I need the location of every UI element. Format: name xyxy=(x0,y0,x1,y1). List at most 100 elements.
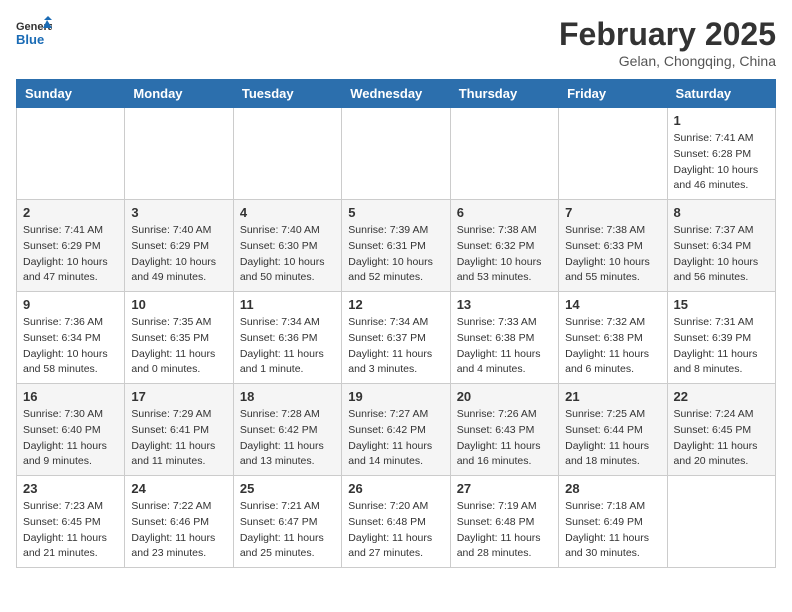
empty-cell xyxy=(17,108,125,200)
weekday-header-monday: Monday xyxy=(125,80,233,108)
page-header: General Blue February 2025 Gelan, Chongq… xyxy=(16,16,776,69)
day-info: Sunrise: 7:34 AMSunset: 6:37 PMDaylight:… xyxy=(348,315,443,378)
day-number: 8 xyxy=(674,205,769,220)
day-number: 10 xyxy=(131,297,226,312)
day-number: 2 xyxy=(23,205,118,220)
weekday-header-wednesday: Wednesday xyxy=(342,80,450,108)
empty-cell xyxy=(667,476,775,568)
day-cell-5: 5 Sunrise: 7:39 AMSunset: 6:31 PMDaylight… xyxy=(342,200,450,292)
weekday-header-friday: Friday xyxy=(559,80,667,108)
day-cell-22: 22Sunrise: 7:24 AMSunset: 6:45 PMDayligh… xyxy=(667,384,775,476)
day-info: Sunrise: 7:30 AMSunset: 6:40 PMDaylight:… xyxy=(23,407,118,470)
day-number: 1 xyxy=(674,113,769,128)
empty-cell xyxy=(450,108,558,200)
day-number: 15 xyxy=(674,297,769,312)
day-cell-14: 14 Sunrise: 7:32 AMSunset: 6:38 PMDayligh… xyxy=(559,292,667,384)
day-number: 11 xyxy=(240,297,335,312)
week-row-5: 23 Sunrise: 7:23 AMSunset: 6:45 PMDayligh… xyxy=(17,476,776,568)
svg-text:Blue: Blue xyxy=(16,32,44,47)
day-info: Sunrise: 7:32 AMSunset: 6:38 PMDaylight:… xyxy=(565,315,660,378)
day-cell-13: 13 Sunrise: 7:33 AMSunset: 6:38 PMDayligh… xyxy=(450,292,558,384)
day-info: Sunrise: 7:41 AMSunset: 6:29 PMDaylight:… xyxy=(23,223,118,286)
day-cell-18: 18 Sunrise: 7:28 AMSunset: 6:42 PMDayligh… xyxy=(233,384,341,476)
day-number: 14 xyxy=(565,297,660,312)
day-number: 18 xyxy=(240,389,335,404)
week-row-1: 1 Sunrise: 7:41 AMSunset: 6:28 PMDaylight… xyxy=(17,108,776,200)
day-cell-15: 15 Sunrise: 7:31 AMSunset: 6:39 PMDayligh… xyxy=(667,292,775,384)
day-info: Sunrise: 7:33 AMSunset: 6:38 PMDaylight:… xyxy=(457,315,552,378)
day-info: Sunrise: 7:40 AMSunset: 6:29 PMDaylight:… xyxy=(131,223,226,286)
day-info: Sunrise: 7:34 AMSunset: 6:36 PMDaylight:… xyxy=(240,315,335,378)
week-row-3: 9 Sunrise: 7:36 AMSunset: 6:34 PMDaylight… xyxy=(17,292,776,384)
day-info: Sunrise: 7:37 AMSunset: 6:34 PMDaylight:… xyxy=(674,223,769,286)
day-cell-9: 9 Sunrise: 7:36 AMSunset: 6:34 PMDaylight… xyxy=(17,292,125,384)
day-info: Sunrise: 7:28 AMSunset: 6:42 PMDaylight:… xyxy=(240,407,335,470)
day-info: Sunrise: 7:40 AMSunset: 6:30 PMDaylight:… xyxy=(240,223,335,286)
day-number: 24 xyxy=(131,481,226,496)
empty-cell xyxy=(559,108,667,200)
day-number: 3 xyxy=(131,205,226,220)
day-cell-4: 4Sunrise: 7:40 AMSunset: 6:30 PMDaylight… xyxy=(233,200,341,292)
day-info: Sunrise: 7:22 AMSunset: 6:46 PMDaylight:… xyxy=(131,499,226,562)
empty-cell xyxy=(342,108,450,200)
weekday-header-saturday: Saturday xyxy=(667,80,775,108)
location: Gelan, Chongqing, China xyxy=(559,53,776,69)
day-info: Sunrise: 7:27 AMSunset: 6:42 PMDaylight:… xyxy=(348,407,443,470)
day-cell-20: 20 Sunrise: 7:26 AMSunset: 6:43 PMDayligh… xyxy=(450,384,558,476)
day-number: 6 xyxy=(457,205,552,220)
day-number: 20 xyxy=(457,389,552,404)
day-cell-1: 1 Sunrise: 7:41 AMSunset: 6:28 PMDaylight… xyxy=(667,108,775,200)
day-number: 5 xyxy=(348,205,443,220)
day-info: Sunrise: 7:29 AMSunset: 6:41 PMDaylight:… xyxy=(131,407,226,470)
day-cell-24: 24 Sunrise: 7:22 AMSunset: 6:46 PMDayligh… xyxy=(125,476,233,568)
empty-cell xyxy=(233,108,341,200)
day-info: Sunrise: 7:38 AMSunset: 6:33 PMDaylight:… xyxy=(565,223,660,286)
day-info: Sunrise: 7:20 AMSunset: 6:48 PMDaylight:… xyxy=(348,499,443,562)
day-cell-11: 11 Sunrise: 7:34 AMSunset: 6:36 PMDayligh… xyxy=(233,292,341,384)
day-number: 17 xyxy=(131,389,226,404)
week-row-4: 16 Sunrise: 7:30 AMSunset: 6:40 PMDayligh… xyxy=(17,384,776,476)
day-cell-16: 16 Sunrise: 7:30 AMSunset: 6:40 PMDayligh… xyxy=(17,384,125,476)
day-cell-21: 21 Sunrise: 7:25 AMSunset: 6:44 PMDayligh… xyxy=(559,384,667,476)
calendar-table: SundayMondayTuesdayWednesdayThursdayFrid… xyxy=(16,79,776,568)
title-block: February 2025 Gelan, Chongqing, China xyxy=(559,16,776,69)
day-number: 28 xyxy=(565,481,660,496)
day-cell-25: 25Sunrise: 7:21 AMSunset: 6:47 PMDayligh… xyxy=(233,476,341,568)
weekday-header-tuesday: Tuesday xyxy=(233,80,341,108)
day-number: 7 xyxy=(565,205,660,220)
day-cell-6: 6Sunrise: 7:38 AMSunset: 6:32 PMDaylight… xyxy=(450,200,558,292)
day-cell-3: 3 Sunrise: 7:40 AMSunset: 6:29 PMDaylight… xyxy=(125,200,233,292)
empty-cell xyxy=(125,108,233,200)
day-number: 26 xyxy=(348,481,443,496)
day-number: 13 xyxy=(457,297,552,312)
day-info: Sunrise: 7:39 AMSunset: 6:31 PMDaylight:… xyxy=(348,223,443,286)
day-number: 12 xyxy=(348,297,443,312)
day-cell-28: 28 Sunrise: 7:18 AMSunset: 6:49 PMDayligh… xyxy=(559,476,667,568)
weekday-header-sunday: Sunday xyxy=(17,80,125,108)
day-cell-17: 17 Sunrise: 7:29 AMSunset: 6:41 PMDayligh… xyxy=(125,384,233,476)
day-number: 21 xyxy=(565,389,660,404)
day-number: 19 xyxy=(348,389,443,404)
week-row-2: 2 Sunrise: 7:41 AMSunset: 6:29 PMDaylight… xyxy=(17,200,776,292)
day-info: Sunrise: 7:31 AMSunset: 6:39 PMDaylight:… xyxy=(674,315,769,378)
day-info: Sunrise: 7:25 AMSunset: 6:44 PMDaylight:… xyxy=(565,407,660,470)
day-info: Sunrise: 7:35 AMSunset: 6:35 PMDaylight:… xyxy=(131,315,226,378)
day-number: 9 xyxy=(23,297,118,312)
day-info: Sunrise: 7:36 AMSunset: 6:34 PMDaylight:… xyxy=(23,315,118,378)
day-info: Sunrise: 7:19 AMSunset: 6:48 PMDaylight:… xyxy=(457,499,552,562)
logo-svg: General Blue xyxy=(16,16,52,52)
day-cell-12: 12 Sunrise: 7:34 AMSunset: 6:37 PMDayligh… xyxy=(342,292,450,384)
day-cell-23: 23 Sunrise: 7:23 AMSunset: 6:45 PMDayligh… xyxy=(17,476,125,568)
day-info: Sunrise: 7:24 AMSunset: 6:45 PMDaylight:… xyxy=(674,407,769,470)
day-cell-26: 26 Sunrise: 7:20 AMSunset: 6:48 PMDayligh… xyxy=(342,476,450,568)
day-info: Sunrise: 7:41 AMSunset: 6:28 PMDaylight:… xyxy=(674,131,769,194)
weekday-header-row: SundayMondayTuesdayWednesdayThursdayFrid… xyxy=(17,80,776,108)
logo: General Blue xyxy=(16,16,54,57)
day-info: Sunrise: 7:23 AMSunset: 6:45 PMDaylight:… xyxy=(23,499,118,562)
day-info: Sunrise: 7:26 AMSunset: 6:43 PMDaylight:… xyxy=(457,407,552,470)
day-number: 16 xyxy=(23,389,118,404)
day-cell-8: 8 Sunrise: 7:37 AMSunset: 6:34 PMDaylight… xyxy=(667,200,775,292)
day-info: Sunrise: 7:18 AMSunset: 6:49 PMDaylight:… xyxy=(565,499,660,562)
day-number: 23 xyxy=(23,481,118,496)
day-cell-7: 7 Sunrise: 7:38 AMSunset: 6:33 PMDaylight… xyxy=(559,200,667,292)
